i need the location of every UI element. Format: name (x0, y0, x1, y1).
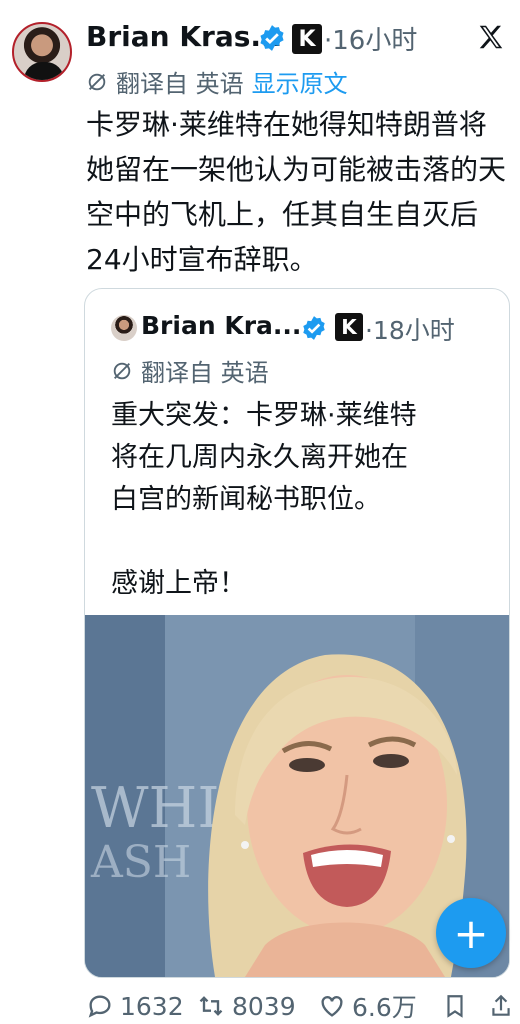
translate-label: 翻译自 英语 (116, 70, 244, 98)
like-button[interactable]: 6.6万 (318, 988, 417, 1024)
background-lettering: WHI (91, 776, 220, 841)
quote-text: 重大突发：卡罗琳·莱维特 将在几周内永久离开她在 白宫的新闻秘书职位。 感谢上帝… (111, 400, 417, 599)
heart-icon (321, 996, 343, 1017)
tweet-time[interactable]: ·16小时 (324, 20, 417, 57)
affiliate-k-badge: K (292, 24, 322, 54)
tweet-action-bar: 1632 8039 6.6万 (0, 988, 520, 1024)
quote-translate-icon (113, 362, 131, 379)
reply-icon (88, 995, 111, 1018)
verified-badge-icon (260, 25, 284, 51)
quote-author-avatar[interactable] (111, 315, 137, 341)
show-original-link[interactable]: 显示原文 (252, 64, 348, 99)
like-count: 6.6万 (352, 993, 417, 1022)
reply-button[interactable]: 1632 (86, 988, 184, 1024)
retweet-icon (199, 996, 223, 1016)
x-logo-icon[interactable] (476, 22, 506, 52)
avatar-shirt (24, 62, 64, 80)
share-icon (492, 994, 510, 1016)
author-avatar[interactable] (12, 22, 72, 82)
translation-row: 翻译自 英语 显示原文 (86, 64, 348, 99)
quoted-tweet-card[interactable]: Brian Kra... K ·18小时 翻译自 英语 重大突发：卡罗琳·莱维特… (84, 288, 510, 978)
quote-author-name[interactable]: Brian Kra... (141, 311, 301, 340)
quote-time[interactable]: ·18小时 (365, 311, 455, 347)
tweet-text: 卡罗琳·莱维特在她得知特朗普将她留在一架他认为可能被击落的天空中的飞机上，任其自… (86, 108, 507, 276)
share-button[interactable] (488, 988, 514, 1024)
retweet-button[interactable]: 8039 (196, 988, 296, 1024)
bookmark-button[interactable] (442, 988, 468, 1024)
quote-verified-badge-icon (303, 316, 325, 340)
quote-translation-row: 翻译自 英语 (111, 353, 269, 388)
quote-affiliate-k-badge: K (335, 313, 363, 341)
translate-icon (88, 73, 106, 90)
bookmark-icon (447, 995, 463, 1018)
background-lettering-2: ASH (90, 837, 191, 888)
quote-translate-label: 翻译自 英语 (141, 359, 269, 387)
retweet-count: 8039 (232, 991, 296, 1021)
author-name[interactable]: Brian Kras... (86, 20, 282, 53)
reply-count: 1632 (120, 991, 184, 1021)
compose-fab-button[interactable]: + (436, 898, 506, 968)
